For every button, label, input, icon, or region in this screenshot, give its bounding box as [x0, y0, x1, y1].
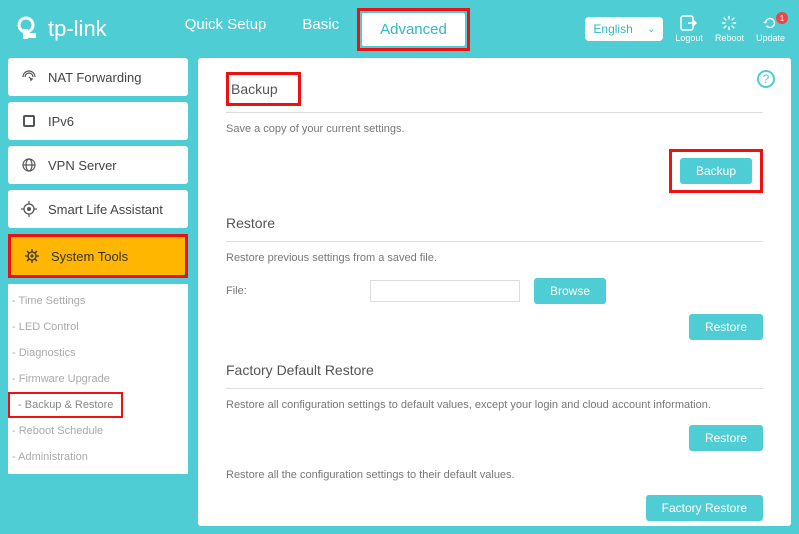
restore-desc: Restore previous settings from a saved f… — [226, 252, 763, 264]
gear-icon — [23, 247, 41, 265]
sidebar-item-smart[interactable]: Smart Life Assistant — [8, 190, 188, 228]
update-badge: 1 — [776, 12, 788, 24]
brand-logo: tp-link — [14, 15, 107, 43]
restore-button[interactable]: Restore — [689, 314, 763, 340]
nat-icon — [20, 68, 38, 86]
vpn-icon — [20, 156, 38, 174]
reboot-button[interactable]: Reboot — [715, 15, 744, 43]
tab-basic[interactable]: Basic — [284, 8, 357, 51]
section-restore-title: Restore — [226, 211, 763, 235]
factory-reset-button[interactable]: Factory Restore — [646, 495, 763, 521]
tab-quick-setup[interactable]: Quick Setup — [167, 8, 285, 51]
sidebar-item-system-tools[interactable]: System Tools — [11, 237, 185, 275]
section-backup-title: Backup — [231, 77, 278, 101]
tplink-icon — [14, 15, 42, 43]
reboot-icon — [720, 15, 738, 31]
brand-text: tp-link — [48, 16, 107, 42]
section-factory-title: Factory Default Restore — [226, 358, 763, 382]
divider — [226, 241, 763, 242]
sidebar-item-nat[interactable]: NAT Forwarding — [8, 58, 188, 96]
update-button[interactable]: 1 Update — [756, 15, 785, 43]
chevron-down-icon: ⌄ — [647, 24, 655, 35]
logout-button[interactable]: Logout — [675, 15, 703, 43]
logout-icon — [680, 15, 698, 31]
sidebar-sub-firmware[interactable]: - Firmware Upgrade — [8, 366, 188, 392]
language-select[interactable]: English ⌄ — [585, 17, 663, 41]
sidebar-item-vpn[interactable]: VPN Server — [8, 146, 188, 184]
smart-icon — [20, 200, 38, 218]
sidebar-sub-led[interactable]: - LED Control — [8, 314, 188, 340]
divider — [226, 112, 763, 113]
sidebar-sub-reboot-schedule[interactable]: - Reboot Schedule — [8, 418, 188, 444]
language-value: English — [593, 22, 632, 36]
sidebar-sub-backup-restore[interactable]: - Backup & Restore — [8, 392, 123, 418]
file-input[interactable] — [370, 280, 520, 302]
sidebar-item-ipv6[interactable]: IPv6 — [8, 102, 188, 140]
factory-restore-button[interactable]: Restore — [689, 425, 763, 451]
sidebar-sub-time[interactable]: - Time Settings — [8, 288, 188, 314]
help-icon[interactable]: ? — [757, 70, 775, 88]
divider — [226, 388, 763, 389]
sidebar-sub-diagnostics[interactable]: - Diagnostics — [8, 340, 188, 366]
tab-advanced[interactable]: Advanced — [362, 13, 465, 46]
backup-button[interactable]: Backup — [680, 158, 752, 184]
file-label: File: — [226, 285, 356, 297]
sidebar-sub-admin[interactable]: - Administration — [8, 444, 188, 470]
browse-button[interactable]: Browse — [534, 278, 606, 304]
backup-desc: Save a copy of your current settings. — [226, 123, 763, 135]
ipv6-icon — [20, 112, 38, 130]
factory-desc-2: Restore all the configuration settings t… — [226, 469, 763, 481]
factory-desc-1: Restore all configuration settings to de… — [226, 399, 763, 411]
